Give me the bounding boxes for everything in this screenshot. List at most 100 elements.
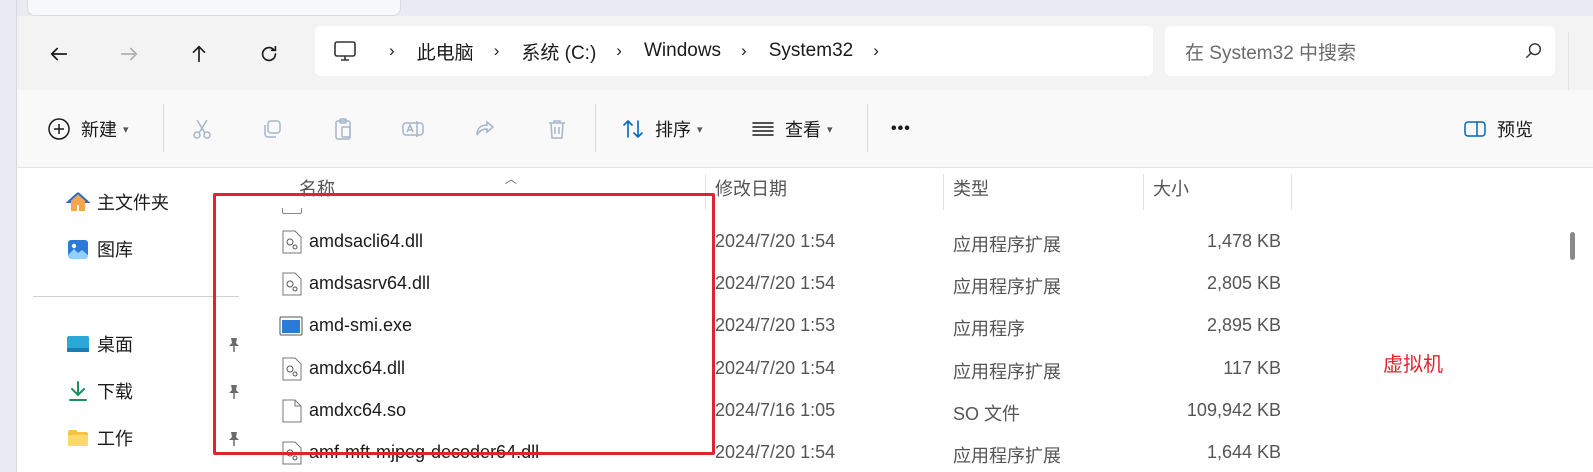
preview-pane-button[interactable]: 预览: [1463, 112, 1533, 146]
refresh-button[interactable]: [249, 34, 289, 74]
table-row[interactable]: amd-smi.exe 2024/7/20 1:53 应用程序 2,895 KB: [249, 306, 1549, 348]
chevron-right-icon[interactable]: ›: [873, 41, 879, 61]
arrow-left-icon: [50, 47, 68, 61]
command-bar: 新建 ▾ 排序 ▾ 查看 ▾ ••• 预览: [17, 90, 1593, 168]
copy-button[interactable]: [260, 112, 284, 146]
chevron-down-icon: ▾: [827, 123, 833, 136]
cut-button[interactable]: [190, 112, 214, 146]
sort-icon: [623, 119, 643, 139]
column-header-type[interactable]: 类型: [953, 168, 989, 208]
view-list-icon: [752, 122, 774, 136]
file-modified: 2024/7/16 1:05: [715, 400, 836, 420]
arrow-right-icon: [120, 47, 138, 61]
table-row[interactable]: amdxc64.so 2024/7/16 1:05 SO 文件 109,942 …: [249, 391, 1549, 433]
arrow-up-icon: [192, 45, 206, 63]
breadcrumb-system32[interactable]: System32: [769, 40, 853, 62]
sort-ascending-icon: ︿: [505, 172, 518, 186]
file-explorer-window: › 此电脑 › 系统 (C:) › Windows › System32 › 在…: [16, 0, 1593, 472]
view-button[interactable]: 查看 ▾: [751, 112, 833, 146]
chevron-right-icon[interactable]: ›: [741, 41, 747, 61]
gallery-icon: [65, 236, 91, 262]
column-divider[interactable]: [705, 174, 706, 210]
back-button[interactable]: [39, 34, 79, 74]
file-type: 应用程序: [953, 319, 1025, 339]
file-name: amd-smi.exe: [309, 315, 413, 335]
table-row[interactable]: amf-mft-mjpeg-decoder64.dll 2024/7/20 1:…: [249, 433, 1549, 472]
breadcrumb-windows[interactable]: Windows: [644, 40, 721, 62]
pin-icon[interactable]: [225, 430, 243, 448]
address-bar[interactable]: › 此电脑 › 系统 (C:) › Windows › System32 ›: [315, 26, 1153, 76]
forward-button[interactable]: [109, 34, 149, 74]
exe-file-icon: [279, 316, 303, 336]
pin-icon[interactable]: [225, 336, 243, 354]
file-type: 应用程序扩展: [953, 235, 1061, 255]
sort-button[interactable]: 排序 ▾: [621, 112, 703, 146]
rename-button[interactable]: [401, 112, 425, 146]
file-type: SO 文件: [953, 404, 1021, 424]
column-divider[interactable]: [943, 174, 944, 210]
table-row[interactable]: amdsacli64.dll 2024/7/20 1:54 应用程序扩展 1,4…: [249, 222, 1549, 264]
plus-circle-icon: [48, 118, 70, 140]
paste-button[interactable]: [331, 112, 355, 146]
share-icon: [476, 120, 495, 136]
file-modified: 2024/7/20 1:54: [715, 231, 836, 251]
download-icon: [65, 378, 91, 404]
sidebar-item-gallery[interactable]: 图库: [65, 233, 133, 265]
file-type: 应用程序扩展: [953, 277, 1061, 297]
column-header-modified[interactable]: 修改日期: [715, 168, 787, 208]
chevron-right-icon[interactable]: ›: [494, 41, 500, 61]
new-button[interactable]: 新建 ▾: [47, 112, 129, 146]
dll-file-icon: [282, 441, 302, 465]
preview-label: 预览: [1497, 120, 1533, 140]
column-divider[interactable]: [1291, 174, 1292, 210]
chevron-down-icon: ▾: [123, 123, 129, 136]
breadcrumb-system-drive[interactable]: 系统 (C:): [521, 38, 596, 65]
table-row[interactable]: amdsasrv64.dll 2024/7/20 1:54 应用程序扩展 2,8…: [249, 264, 1549, 306]
file-name: amdxc64.so: [309, 400, 407, 420]
up-button[interactable]: [179, 34, 219, 74]
file-size: 117 KB: [1223, 358, 1281, 378]
desktop-icon: [65, 331, 91, 357]
search-box[interactable]: 在 System32 中搜索: [1165, 26, 1555, 76]
pin-icon[interactable]: [225, 383, 243, 401]
more-options-button[interactable]: •••: [891, 112, 911, 146]
preview-pane-icon: [1464, 121, 1486, 137]
file-name: amdsacli64.dll: [309, 231, 424, 251]
delete-button[interactable]: [545, 112, 569, 146]
dll-file-icon: [282, 357, 302, 381]
file-name: amdxc64.dll: [309, 358, 406, 378]
dll-file-icon: [282, 230, 302, 254]
sidebar-item-label: 下载: [97, 382, 133, 402]
sidebar-item-label: 主文件夹: [97, 193, 169, 213]
rename-icon: [402, 121, 424, 137]
sidebar-item-desktop[interactable]: 桌面: [65, 328, 133, 360]
file-icon: [282, 208, 302, 214]
chevron-right-icon[interactable]: ›: [616, 41, 622, 61]
toolbar-divider: [867, 104, 868, 152]
sidebar-item-work[interactable]: 工作: [65, 422, 133, 454]
file-size: 1,644 KB: [1206, 442, 1281, 462]
search-placeholder: 在 System32 中搜索: [1185, 42, 1357, 64]
annotation-label: 虚拟机: [1383, 354, 1443, 376]
breadcrumb-this-pc[interactable]: 此电脑: [417, 38, 474, 65]
sidebar-item-label: 工作: [97, 429, 133, 449]
navigation-pane: 主文件夹 图库 桌面 下载 工作: [17, 168, 249, 472]
dll-file-icon: [282, 272, 302, 296]
view-label: 查看: [785, 120, 821, 140]
file-type: 应用程序扩展: [953, 362, 1061, 382]
file-size: 1,478 KB: [1206, 231, 1281, 251]
share-button[interactable]: [473, 112, 497, 146]
file-modified: 2024/7/20 1:54: [715, 273, 836, 293]
file-modified: 2024/7/20 1:54: [715, 442, 836, 462]
file-name: amf-mft-mjpeg-decoder64.dll: [309, 442, 540, 462]
table-row[interactable]: amdxc64.dll 2024/7/20 1:54 应用程序扩展 117 KB: [249, 349, 1549, 391]
column-divider[interactable]: [1143, 174, 1144, 210]
vertical-scrollbar-thumb[interactable]: [1570, 232, 1575, 260]
column-header-size[interactable]: 大小: [1153, 168, 1189, 208]
sidebar-item-home[interactable]: 主文件夹: [65, 186, 169, 218]
file-name: amdsasrv64.dll: [309, 273, 431, 293]
column-header-name[interactable]: 名称: [299, 168, 335, 208]
active-tab[interactable]: [27, 0, 401, 16]
sidebar-item-downloads[interactable]: 下载: [65, 375, 133, 407]
sidebar-divider: [33, 296, 239, 297]
